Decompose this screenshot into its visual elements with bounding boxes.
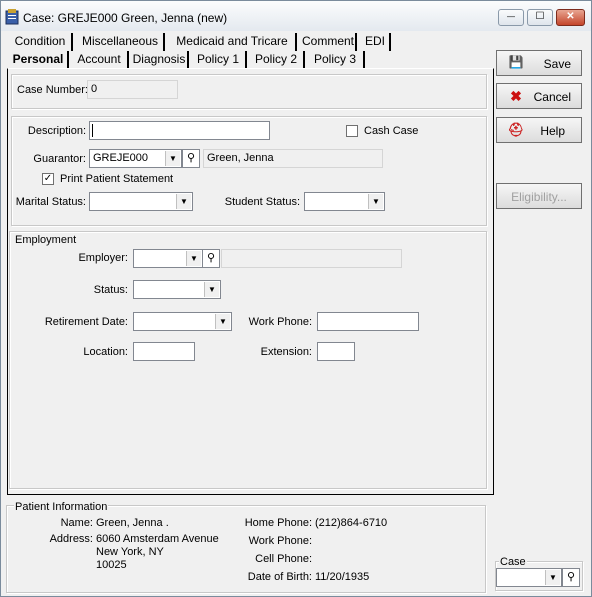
print-statement-label: Print Patient Statement [60, 173, 174, 185]
case-selector-select[interactable]: ▼ [496, 568, 562, 587]
guarantor-label: Guarantor: [33, 153, 86, 165]
tab-account[interactable]: Account [71, 51, 129, 69]
eligibility-label: Eligibility... [511, 190, 567, 204]
location-input[interactable] [133, 342, 195, 361]
patient-address-line2: New York, NY [96, 546, 164, 558]
guarantor-select[interactable]: GREJE000 ▼ [89, 149, 182, 168]
patient-address-label: Address: [49, 533, 93, 545]
dob-value: 11/20/1935 [315, 571, 370, 583]
dropdown-arrow-icon[interactable]: ▼ [165, 151, 180, 166]
dropdown-arrow-icon[interactable]: ▼ [215, 314, 230, 329]
guarantor-name: Green, Jenna [203, 149, 383, 168]
case-number-label: Case Number: [17, 84, 88, 96]
tab-condition[interactable]: Condition [9, 33, 73, 51]
extension-input[interactable] [317, 342, 355, 361]
case-selector-label: Case [499, 556, 527, 568]
dob-label: Date of Birth: [247, 571, 312, 583]
status-label: Status: [93, 284, 128, 296]
tab-row-bottom: Personal Account Diagnosis Policy 1 Poli… [7, 51, 367, 69]
eligibility-button[interactable]: Eligibility... [496, 183, 582, 209]
home-phone-value: (212)864-6710 [315, 517, 388, 529]
case-number-value: 0 [87, 80, 178, 99]
search-icon: ⚲ [186, 152, 196, 164]
maximize-button[interactable]: ☐ [527, 9, 553, 26]
patient-name-label: Name: [60, 517, 93, 529]
search-icon: ⚲ [206, 252, 216, 264]
close-icon: ✕ [566, 11, 575, 22]
tab-edi[interactable]: EDI [361, 33, 391, 51]
cancel-button[interactable]: ✖ Cancel [496, 83, 582, 109]
title-bar: Case: GREJE000 Green, Jenna (new) — ☐ ✕ [1, 1, 591, 31]
dropdown-arrow-icon[interactable]: ▼ [176, 194, 191, 209]
save-label: Save [543, 57, 571, 71]
close-button[interactable]: ✕ [556, 9, 585, 26]
tab-comment[interactable]: Comment [301, 33, 357, 51]
employer-name [221, 249, 402, 268]
cancel-label: Cancel [533, 90, 571, 104]
marital-status-select[interactable]: ▼ [89, 192, 193, 211]
dropdown-arrow-icon[interactable]: ▼ [368, 194, 383, 209]
cash-case-checkbox[interactable] [346, 125, 358, 137]
patient-zip: 10025 [96, 559, 127, 571]
text-cursor [92, 124, 93, 137]
retirement-date-picker[interactable]: ▼ [133, 312, 232, 331]
student-status-select[interactable]: ▼ [304, 192, 385, 211]
cell-phone-label: Cell Phone: [255, 553, 312, 565]
tab-row-top: Condition Miscellaneous Medicaid and Tri… [7, 33, 393, 51]
minimize-icon: — [507, 12, 515, 21]
employment-header: Employment [14, 234, 78, 246]
help-label: Help [540, 124, 565, 138]
app-icon [5, 9, 19, 25]
save-button[interactable]: 💾 Save [496, 50, 582, 76]
retirement-date-label: Retirement Date: [44, 316, 128, 328]
help-button[interactable]: ⛑ Help [496, 117, 582, 143]
location-label: Location: [83, 346, 128, 358]
dropdown-arrow-icon[interactable]: ▼ [186, 251, 201, 266]
tab-policy-2[interactable]: Policy 2 [249, 51, 305, 69]
patient-info-header: Patient Information [14, 501, 109, 513]
case-window: Case: GREJE000 Green, Jenna (new) — ☐ ✕ … [0, 0, 592, 597]
tab-miscellaneous[interactable]: Miscellaneous [77, 33, 165, 51]
print-statement-checkbox[interactable]: ✓ [42, 173, 54, 185]
employment-group [9, 231, 487, 489]
maximize-icon: ☐ [535, 11, 545, 22]
description-input[interactable] [89, 121, 270, 140]
patient-work-phone-label: Work Phone: [248, 535, 312, 547]
home-phone-label: Home Phone: [244, 517, 312, 529]
tab-diagnosis[interactable]: Diagnosis [131, 51, 189, 69]
employer-label: Employer: [78, 252, 128, 264]
dropdown-arrow-icon[interactable]: ▼ [545, 570, 560, 585]
employer-select[interactable]: ▼ [133, 249, 203, 268]
cash-case-label: Cash Case [364, 125, 419, 137]
tab-policy-3[interactable]: Policy 3 [307, 51, 365, 69]
guarantor-code: GREJE000 [93, 152, 149, 164]
save-icon: 💾 [508, 55, 524, 69]
description-label: Description: [27, 125, 86, 137]
patient-name: Green, Jenna . [96, 517, 169, 529]
tab-personal[interactable]: Personal [9, 51, 69, 69]
work-phone-label: Work Phone: [248, 316, 312, 328]
employer-search-button[interactable]: ⚲ [202, 249, 220, 268]
case-search-button[interactable]: ⚲ [562, 568, 580, 587]
window-title: Case: GREJE000 Green, Jenna (new) [23, 11, 228, 25]
patient-address-line1: 6060 Amsterdam Avenue [96, 533, 219, 545]
help-icon: ⛑ [507, 122, 525, 137]
employment-status-select[interactable]: ▼ [133, 280, 221, 299]
marital-status-label: Marital Status: [15, 196, 86, 208]
tab-policy-1[interactable]: Policy 1 [191, 51, 247, 69]
minimize-button[interactable]: — [498, 9, 524, 26]
extension-label: Extension: [260, 346, 312, 358]
dropdown-arrow-icon[interactable]: ▼ [204, 282, 219, 297]
work-phone-input[interactable] [317, 312, 419, 331]
student-status-label: Student Status: [224, 196, 300, 208]
tab-medicaid-tricare[interactable]: Medicaid and Tricare [169, 33, 297, 51]
search-icon: ⚲ [566, 571, 576, 583]
guarantor-search-button[interactable]: ⚲ [182, 149, 200, 168]
cancel-icon: ✖ [510, 88, 522, 104]
